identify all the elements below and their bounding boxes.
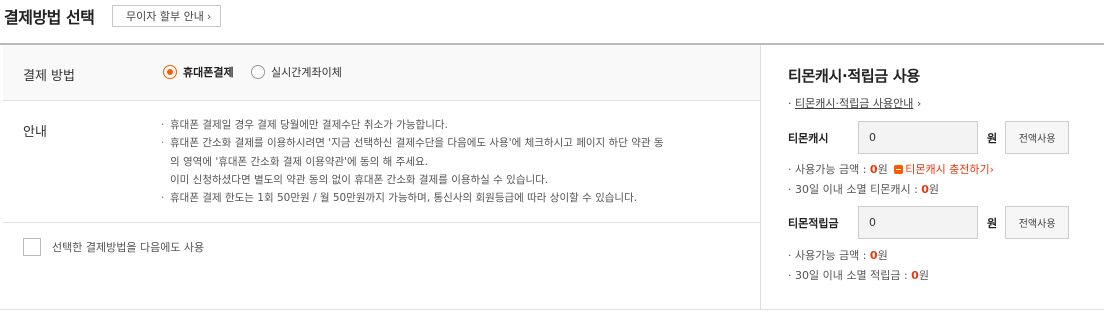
info-row: 안내 휴대폰 결제일 경우 결제 당월에만 결제수단 취소가 가능합니다. 휴대… — [3, 102, 760, 223]
radio-checked-icon[interactable] — [163, 65, 177, 79]
reserve-available-value: 0 — [869, 249, 878, 262]
cash-charge-label: 티몬캐시 충전하기 — [905, 163, 990, 176]
option-mobile-payment[interactable]: 휴대폰결제 — [163, 64, 234, 80]
cash-expiring-value: 0 — [921, 183, 929, 196]
info-note: 휴대폰 결제 한도는 1회 50만원 / 월 50만원까지 가능하며, 통신사의… — [161, 189, 751, 208]
info-note: 이미 신청하셨다면 별도의 약관 동의 없이 휴대폰 간소화 결제를 이용하실 … — [170, 173, 549, 186]
tmon-cash-label: 티몬캐시 — [788, 131, 829, 145]
points-title: 티몬캐시·적립금 사용 — [788, 67, 920, 85]
tmon-cash-row: 티몬캐시 0 원 전액사용 — [788, 121, 1070, 154]
cash-available-label: 사용가능 금액 : — [795, 163, 870, 176]
reserve-expiring-unit: 원 — [918, 269, 929, 282]
page-header: 결제방법 선택 무이자 할부 안내 › — [0, 0, 1108, 32]
reserve-available-label: 사용가능 금액 : — [795, 249, 870, 262]
reserve-expiring: · 30일 이내 소멸 적립금 : 0원 — [788, 267, 929, 283]
page-title: 결제방법 선택 — [4, 8, 95, 27]
cash-available-unit: 원 — [877, 163, 888, 176]
payment-method-label: 결제 방법 — [23, 69, 75, 84]
payment-method-row: 결제 방법 휴대폰결제 실시간계좌이체 — [3, 45, 760, 101]
info-note: 휴대폰 간소화 결제를 이용하시려면 '지금 선택하신 결제수단을 다음에도 사… — [161, 134, 751, 153]
reserve-expiring-label: 30일 이내 소멸 적립금 : — [795, 269, 912, 282]
bullet-dot-icon: · — [788, 97, 792, 110]
payment-panel: 결제 방법 휴대폰결제 실시간계좌이체 안내 휴대폰 결제일 경우 결제 당월에… — [0, 43, 1105, 310]
wallet-icon — [894, 165, 904, 174]
cash-available-value: 0 — [869, 163, 878, 176]
bullet-dot-icon: · — [788, 269, 795, 282]
radio-unchecked-icon[interactable] — [251, 65, 265, 79]
remember-method-checkbox[interactable] — [23, 238, 41, 256]
info-note: 휴대폰 결제일 경우 결제 당월에만 결제수단 취소가 가능합니다. — [161, 116, 751, 135]
installment-info-button[interactable]: 무이자 할부 안내 › — [112, 5, 222, 27]
won-unit: 원 — [987, 216, 998, 230]
points-section: 티몬캐시·적립금 사용 · 티몬캐시·적립금 사용안내 › 티몬캐시 0 원 전… — [760, 45, 1105, 309]
reserve-use-all-button[interactable]: 전액사용 — [1005, 206, 1070, 239]
cash-expiring-unit: 원 — [928, 183, 940, 196]
reserve-expiring-value: 0 — [911, 269, 919, 282]
option-bank-transfer[interactable]: 실시간계좌이체 — [251, 64, 342, 80]
payment-method-section: 결제 방법 휴대폰결제 실시간계좌이체 안내 휴대폰 결제일 경우 결제 당월에… — [3, 45, 760, 309]
reserve-available: · 사용가능 금액 : 0원 — [788, 247, 888, 263]
remember-method-checkbox-row[interactable]: 선택한 결제방법을 다음에도 사용 — [23, 238, 204, 256]
tmon-cash-input[interactable]: 0 — [858, 121, 978, 154]
tmon-reserve-input[interactable]: 0 — [858, 206, 978, 239]
info-notes: 휴대폰 결제일 경우 결제 당월에만 결제수단 취소가 가능합니다. 휴대폰 간… — [161, 116, 751, 208]
cash-available: · 사용가능 금액 : 0원 티몬캐시 충전하기› — [788, 161, 994, 177]
points-guide-label: 티몬캐시·적립금 사용안내 — [795, 97, 914, 110]
info-note: 의 영역에 '휴대폰 간소화 결제 이용약관'에 동의 해 주세요. — [170, 155, 428, 168]
reserve-available-unit: 원 — [877, 249, 888, 262]
cash-expiring-label: 30일 이내 소멸 티몬캐시 : — [795, 183, 922, 196]
remember-method-label: 선택한 결제방법을 다음에도 사용 — [52, 241, 205, 254]
cash-use-all-button[interactable]: 전액사용 — [1005, 121, 1070, 154]
option-label: 실시간계좌이체 — [271, 66, 342, 79]
tmon-reserve-label: 티몬적립금 — [788, 216, 839, 230]
option-label: 휴대폰결제 — [183, 66, 234, 79]
cash-expiring: · 30일 이내 소멸 티몬캐시 : 0원 — [788, 181, 939, 197]
points-guide-link[interactable]: · 티몬캐시·적립금 사용안내 › — [788, 95, 921, 111]
bullet-dot-icon: · — [788, 183, 795, 196]
info-label: 안내 — [23, 125, 47, 140]
bullet-dot-icon: · — [788, 163, 795, 176]
chevron-right-icon: › — [206, 9, 212, 23]
cash-charge-link[interactable]: 티몬캐시 충전하기› — [894, 163, 994, 176]
installment-info-label: 무이자 할부 안내 — [126, 9, 204, 23]
tmon-reserve-row: 티몬적립금 0 원 전액사용 — [788, 206, 1070, 239]
won-unit: 원 — [987, 131, 998, 145]
bullet-dot-icon: · — [788, 249, 795, 262]
chevron-right-icon: › — [916, 97, 922, 110]
